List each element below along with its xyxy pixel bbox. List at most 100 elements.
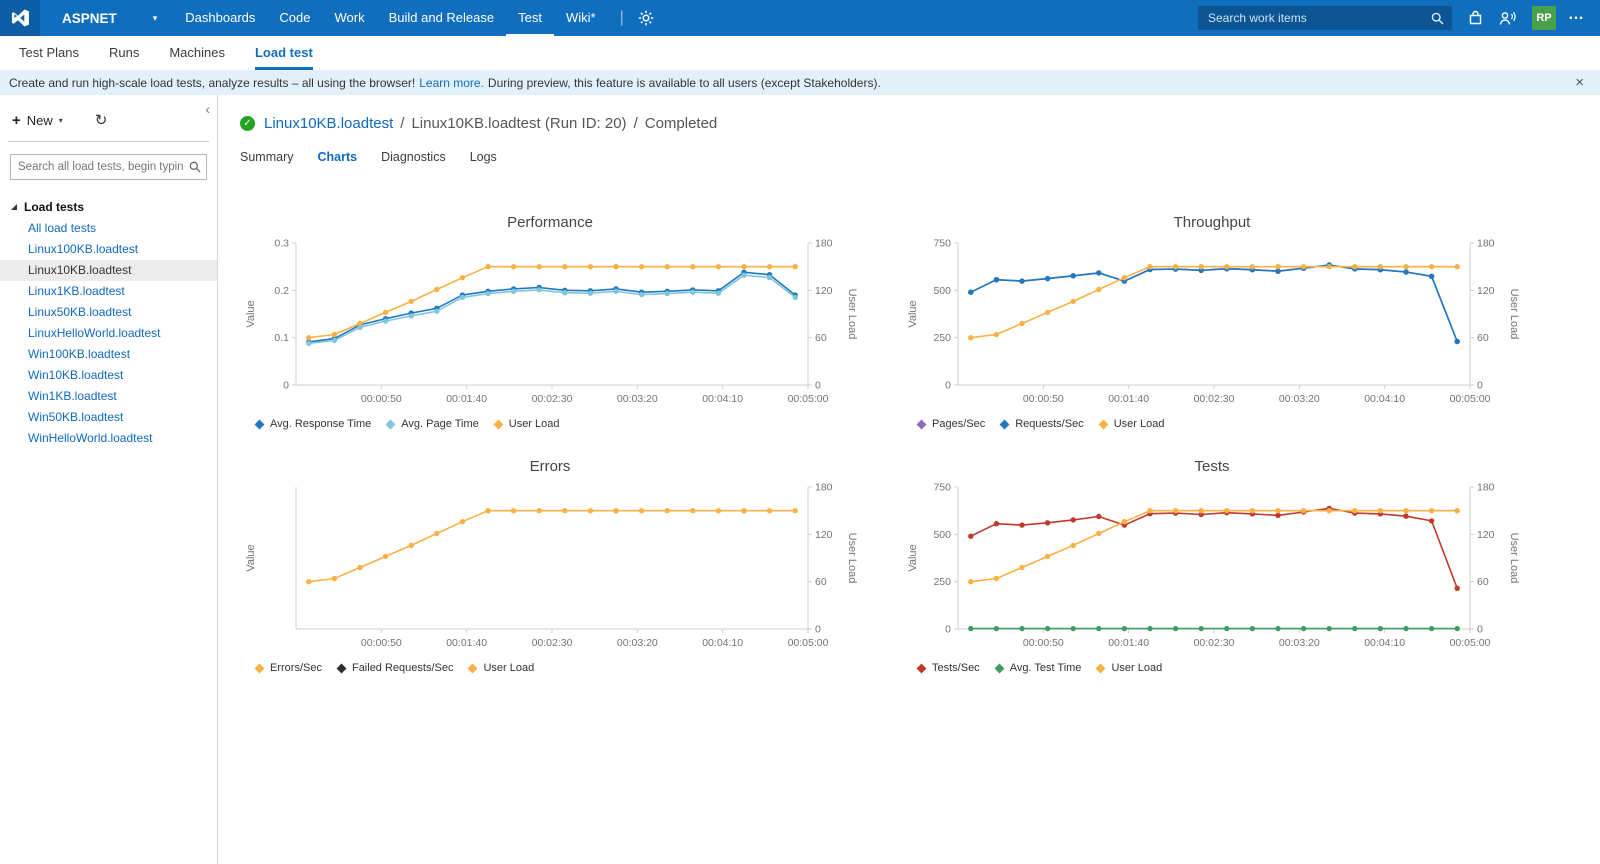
svg-text:0: 0 — [283, 380, 289, 392]
learn-more-link[interactable]: Learn more. — [419, 76, 484, 90]
loadtest-item[interactable]: Linux10KB.loadtest — [0, 260, 217, 281]
loadtest-item[interactable]: Win50KB.loadtest — [0, 407, 217, 428]
chart-title: Tests — [1194, 458, 1230, 475]
main-tab[interactable]: Diagnostics — [381, 150, 446, 164]
svg-text:00:04:10: 00:04:10 — [1364, 637, 1405, 649]
test-name-link[interactable]: Linux10KB.loadtest — [264, 115, 393, 132]
top-nav-item[interactable]: Wiki* — [554, 0, 608, 36]
main-tabs: Summary Charts Diagnostics Logs — [240, 150, 1600, 164]
loadtest-item[interactable]: Win10KB.loadtest — [0, 365, 217, 386]
main-tab[interactable]: Summary — [240, 150, 293, 164]
top-nav-item[interactable]: Code — [267, 0, 322, 36]
refresh-icon[interactable]: ↻ — [95, 111, 108, 129]
more-ellipsis-icon[interactable]: … — [1568, 6, 1584, 24]
legend-marker-icon — [254, 419, 265, 429]
svg-text:00:01:40: 00:01:40 — [1108, 637, 1149, 649]
sidebar-collapse-icon[interactable]: ‹ — [205, 101, 210, 117]
svg-text:Value: Value — [245, 300, 257, 327]
new-button[interactable]: + New ▾ — [12, 113, 63, 128]
legend-label: Pages/Sec — [932, 418, 986, 430]
svg-text:00:04:10: 00:04:10 — [1364, 393, 1405, 405]
nav-divider: | — [619, 9, 624, 26]
search-work-items-input[interactable] — [1206, 10, 1431, 26]
chart-plot: 0 250 500 750 0 60 120 180 00:00:50 00:01:40 00:02… — [902, 477, 1522, 660]
user-avatar[interactable]: RP — [1532, 6, 1556, 30]
main-content: ✓ Linux10KB.loadtest / Linux10KB.loadtes… — [218, 95, 1600, 864]
legend-marker-icon — [493, 419, 504, 429]
svg-text:User Load: User Load — [1508, 289, 1520, 340]
svg-text:00:05:00: 00:05:00 — [1450, 393, 1491, 405]
top-nav-item[interactable]: Dashboards — [173, 0, 267, 36]
legend-label: User Load — [508, 418, 560, 430]
hub-tab[interactable]: Load test — [255, 36, 313, 70]
loadtest-item[interactable]: Linux50KB.loadtest — [0, 302, 217, 323]
svg-text:0.1: 0.1 — [274, 332, 289, 344]
legend-marker-icon — [916, 419, 927, 429]
svg-text:0: 0 — [815, 624, 821, 636]
svg-text:User Load: User Load — [846, 289, 858, 340]
svg-text:00:03:20: 00:03:20 — [1279, 393, 1320, 405]
visual-studio-logo-icon — [11, 9, 29, 27]
legend-label: Errors/Sec — [270, 662, 322, 674]
banner-text-after: During preview, this feature is availabl… — [487, 75, 881, 90]
legend-item: Tests/Sec — [916, 662, 980, 674]
chart-title: Performance — [507, 214, 593, 231]
svg-text:00:00:50: 00:00:50 — [1023, 637, 1064, 649]
marketplace-bag-icon[interactable] — [1468, 10, 1483, 26]
top-nav: Dashboards Code Work Build and Release Test W… — [173, 0, 607, 36]
main-tab[interactable]: Charts — [317, 150, 357, 164]
legend-marker-icon — [1098, 419, 1109, 429]
svg-text:00:03:20: 00:03:20 — [617, 637, 658, 649]
load-test-sidebar: ‹ + New ▾ ↻ Load tests All load testsLin… — [0, 95, 218, 864]
top-nav-item[interactable]: Work — [322, 0, 376, 36]
feedback-person-icon[interactable] — [1499, 11, 1516, 26]
tree-root-load-tests[interactable]: Load tests — [0, 196, 217, 218]
chart-title: Throughput — [1173, 214, 1251, 231]
legend-marker-icon — [916, 663, 927, 673]
loadtest-item[interactable]: All load tests — [0, 218, 217, 239]
banner-close-icon[interactable]: × — [1575, 70, 1584, 95]
svg-text:180: 180 — [1477, 238, 1495, 250]
loadtest-item[interactable]: Linux1KB.loadtest — [0, 281, 217, 302]
project-chevron-down-icon[interactable]: ▾ — [153, 13, 158, 24]
loadtest-item[interactable]: Win100KB.loadtest — [0, 344, 217, 365]
svg-text:00:05:00: 00:05:00 — [788, 637, 829, 649]
main-tab[interactable]: Logs — [470, 150, 497, 164]
chart-tests: Tests 0 250 500 750 0 60 120 180 00:00:50 00:01:4… — [902, 458, 1522, 674]
svg-text:750: 750 — [933, 238, 951, 250]
svg-text:180: 180 — [815, 238, 833, 250]
chart-title: Errors — [529, 458, 571, 475]
work-item-search[interactable] — [1198, 6, 1452, 30]
load-test-search-input[interactable] — [10, 154, 207, 180]
svg-text:0: 0 — [945, 624, 951, 636]
chart-legend: Errors/Sec Failed Requests/Sec User Load — [240, 662, 860, 674]
search-icon — [1431, 12, 1444, 24]
hub-tab[interactable]: Test Plans — [19, 36, 79, 70]
chart-errors: Errors 0 60 120 180 00:00:50 00:01:40 00:02:30… — [240, 458, 860, 674]
run-breadcrumb: ✓ Linux10KB.loadtest / Linux10KB.loadtes… — [240, 115, 1600, 132]
chart-performance: Performance 0 0.1 0.2 0.3 0 60 120 180 00:00:50 0… — [240, 214, 860, 430]
loadtest-item[interactable]: Win1KB.loadtest — [0, 386, 217, 407]
loadtest-item[interactable]: LinuxHelloWorld.loadtest — [0, 323, 217, 344]
legend-marker-icon — [1095, 663, 1106, 673]
hub-tab[interactable]: Runs — [109, 36, 139, 70]
top-nav-item[interactable]: Test — [506, 0, 554, 36]
svg-text:00:03:20: 00:03:20 — [1279, 637, 1320, 649]
svg-text:00:05:00: 00:05:00 — [788, 393, 829, 405]
hub-tab[interactable]: Machines — [169, 36, 225, 70]
svg-text:60: 60 — [815, 332, 827, 344]
vsts-logo[interactable] — [0, 0, 40, 36]
chart-throughput: Throughput 0 250 500 750 0 60 120 180 00:00:50 00… — [902, 214, 1522, 430]
loadtest-item[interactable]: Linux100KB.loadtest — [0, 239, 217, 260]
project-name[interactable]: ASPNET — [62, 11, 117, 26]
settings-gear-icon[interactable] — [638, 10, 654, 26]
new-chevron-down-icon: ▾ — [58, 115, 63, 125]
svg-text:0: 0 — [1477, 624, 1483, 636]
top-nav-item[interactable]: Build and Release — [377, 0, 507, 36]
svg-text:0: 0 — [945, 380, 951, 392]
legend-item: Avg. Response Time — [254, 418, 371, 430]
svg-text:00:05:00: 00:05:00 — [1450, 637, 1491, 649]
svg-text:60: 60 — [1477, 576, 1489, 588]
loadtest-item[interactable]: WinHelloWorld.loadtest — [0, 428, 217, 449]
breadcrumb-separator: / — [633, 115, 638, 132]
